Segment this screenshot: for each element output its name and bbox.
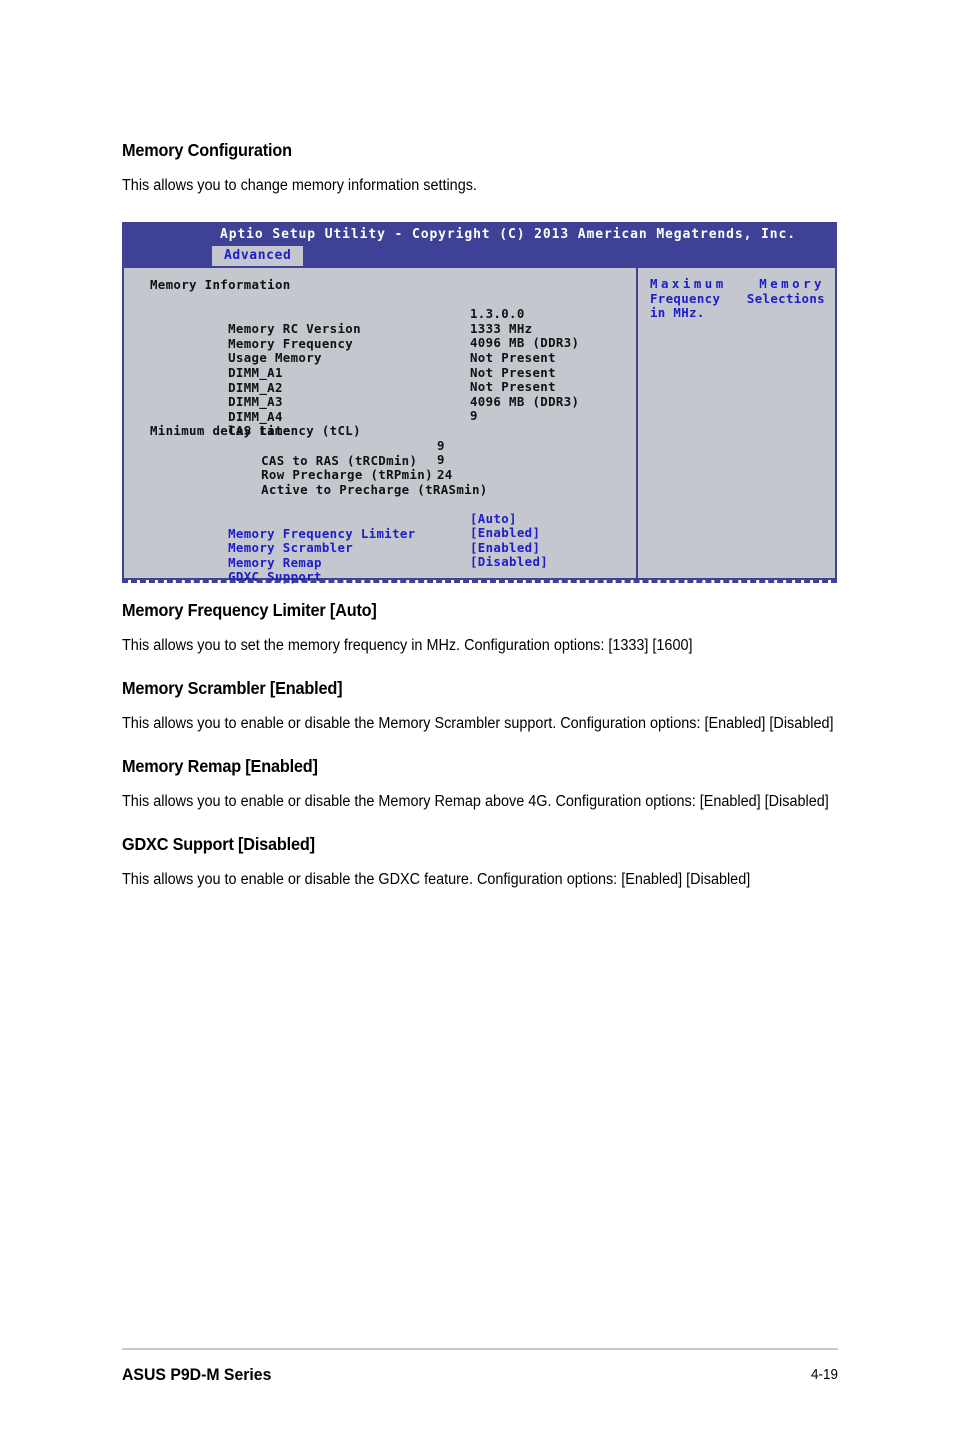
info-row-memory-frequency: Memory Frequency 1333 MHz — [150, 320, 636, 351]
bios-settings-column: Memory Information Memory RC Version 1.3… — [124, 268, 636, 584]
bios-title: Aptio Setup Utility - Copyright (C) 2013… — [220, 227, 796, 242]
help-word: Frequency — [650, 290, 721, 306]
row-value: 9 — [437, 437, 445, 453]
setting-value[interactable]: [Auto] — [470, 511, 517, 526]
minimum-delay-time-label: Minimum delay time — [150, 422, 291, 438]
help-word: Maximum — [650, 276, 727, 291]
page-title: Memory Configuration — [122, 140, 292, 160]
document-body-lower: Memory Frequency Limiter [Auto] This all… — [122, 600, 840, 892]
row-value: 4096 MB (DDR3) — [470, 335, 580, 351]
help-word: Selections — [746, 290, 825, 306]
row-value: 1.3.0.0 — [470, 306, 525, 322]
heading-memory-scrambler: Memory Scrambler [Enabled] — [122, 678, 343, 698]
footer-page-number: 4-19 — [811, 1367, 838, 1383]
heading-memory-remap: Memory Remap [Enabled] — [122, 756, 318, 776]
row-value: 24 — [437, 466, 453, 482]
row-value: Not Present — [470, 349, 556, 365]
setting-value[interactable]: [Enabled] — [470, 525, 540, 540]
manual-page: Memory Configuration This allows you to … — [0, 0, 954, 1438]
info-row-active-to-precharge: Active to Precharge (tRASmin) 24 — [150, 466, 636, 497]
setting-memory-frequency-limiter[interactable]: Memory Frequency Limiter [Auto] — [150, 511, 636, 541]
memory-information-label: Memory Information — [150, 277, 291, 292]
setting-memory-remap[interactable]: Memory Remap [Enabled] — [150, 540, 636, 570]
info-row-memory-rc-version: Memory RC Version 1.3.0.0 — [150, 306, 636, 336]
bios-content-panel: Memory Information Memory RC Version 1.3… — [122, 268, 837, 584]
bios-help-panel: Maximum Memory Frequency Selections in M… — [638, 268, 835, 578]
row-value: 9 — [470, 408, 478, 424]
document-body: Memory Configuration This allows you to … — [122, 140, 840, 218]
row-value: 4096 MB (DDR3) — [470, 393, 580, 409]
help-line-1: Maximum Memory — [650, 276, 825, 292]
row-value: Not Present — [470, 379, 556, 395]
footer-divider — [122, 1348, 838, 1350]
footer-product-name: ASUS P9D-M Series — [122, 1365, 272, 1384]
info-row-dimm-a1: DIMM_A1 Not Present — [150, 349, 636, 380]
intro-paragraph: This allows you to change memory informa… — [122, 177, 477, 194]
info-row-usage-memory: Usage Memory 4096 MB (DDR3) — [150, 335, 636, 365]
info-row-cas-to-ras: CAS to RAS (tRCDmin) 9 — [150, 437, 636, 468]
bios-header-bar: Aptio Setup Utility - Copyright (C) 2013… — [122, 222, 837, 268]
info-row-dimm-a4: DIMM_A4 4096 MB (DDR3) — [150, 393, 636, 424]
paragraph-gdxc-support: This allows you to enable or disable the… — [122, 871, 751, 888]
help-word: Memory — [759, 276, 825, 291]
info-row-dimm-a2: DIMM_A2 Not Present — [150, 364, 636, 395]
crop-marker-dashed-line — [122, 580, 837, 583]
info-row-row-precharge: Row Precharge (tRPmin) 9 — [150, 452, 636, 482]
paragraph-memory-remap: This allows you to enable or disable the… — [122, 793, 829, 810]
paragraph-memory-frequency-limiter: This allows you to set the memory freque… — [122, 637, 693, 654]
info-row-cas-latency: CAS Latency (tCL) 9 — [150, 408, 636, 438]
row-value: 9 — [437, 452, 445, 468]
paragraph-memory-scrambler: This allows you to enable or disable the… — [122, 715, 834, 732]
tab-advanced[interactable]: Advanced — [212, 246, 304, 266]
help-line-3: in MHz. — [650, 305, 705, 321]
setting-value[interactable]: [Enabled] — [470, 540, 540, 555]
help-line-2: Frequency Selections — [650, 290, 825, 307]
row-value: 1333 MHz — [470, 320, 533, 336]
heading-gdxc-support: GDXC Support [Disabled] — [122, 834, 315, 854]
heading-memory-frequency-limiter: Memory Frequency Limiter [Auto] — [122, 600, 377, 620]
bios-screenshot: Aptio Setup Utility - Copyright (C) 2013… — [122, 222, 837, 584]
setting-value[interactable]: [Disabled] — [470, 554, 548, 569]
row-value: Not Present — [470, 364, 556, 380]
setting-memory-scrambler[interactable]: Memory Scrambler [Enabled] — [150, 525, 636, 555]
setting-gdxc-support[interactable]: GDXC Support [Disabled] — [150, 554, 636, 584]
info-row-dimm-a3: DIMM_A3 Not Present — [150, 379, 636, 409]
